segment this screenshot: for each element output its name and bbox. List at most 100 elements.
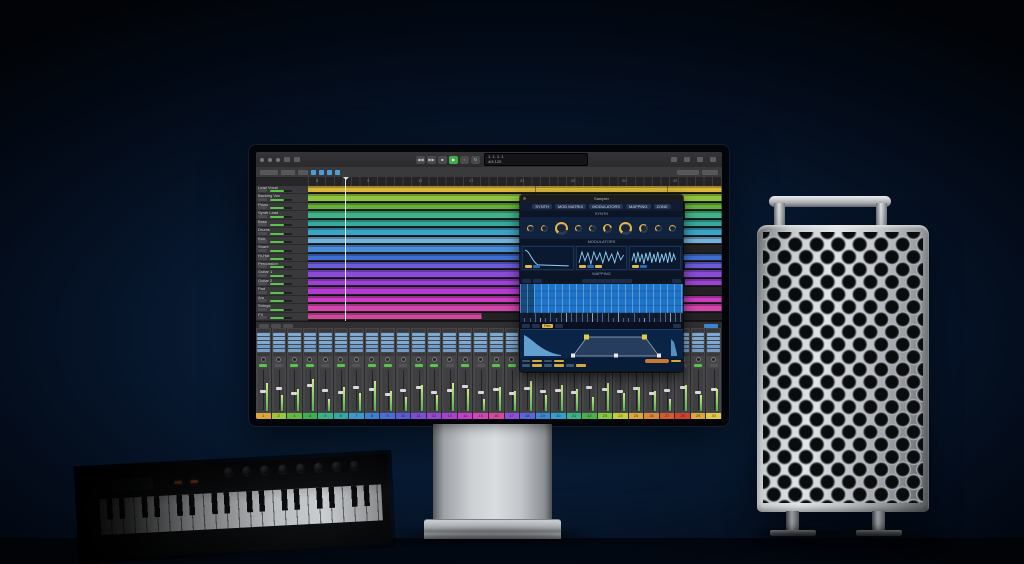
channel-color-label[interactable]: 25 — [629, 413, 644, 419]
insert-slot[interactable] — [397, 333, 410, 336]
insert-slot[interactable] — [443, 337, 456, 340]
record-enable-button[interactable] — [707, 364, 720, 367]
channel-color-label[interactable]: 1 — [256, 413, 271, 419]
track-volume-slider[interactable] — [270, 199, 292, 201]
insert-slot[interactable] — [506, 337, 519, 340]
output-slot[interactable] — [319, 353, 332, 356]
traffic-light-zoom-icon[interactable] — [276, 158, 280, 162]
io-slot[interactable] — [397, 329, 410, 332]
channel-color-label[interactable]: 23 — [598, 413, 613, 419]
rewind-button[interactable]: ◀◀ — [416, 156, 425, 164]
channel-color-label[interactable]: 28 — [675, 413, 690, 419]
send-slot[interactable] — [707, 345, 720, 348]
fader-cap[interactable] — [322, 389, 328, 392]
channel-color-label[interactable]: 21 — [567, 413, 582, 419]
pan-knob[interactable] — [397, 357, 410, 363]
track-volume-slider[interactable] — [270, 216, 292, 218]
pan-knob[interactable] — [257, 357, 270, 363]
fader-cap[interactable] — [462, 385, 468, 388]
plugin-title-bar[interactable]: Sampler — [520, 195, 683, 202]
insert-slot[interactable] — [319, 333, 332, 336]
param-value[interactable] — [554, 364, 564, 367]
output-slot[interactable] — [257, 353, 270, 356]
insert-slot[interactable] — [397, 337, 410, 340]
mixer-channel-strip[interactable]: 7 — [349, 328, 365, 419]
param-value[interactable] — [532, 364, 542, 367]
insert-slot[interactable] — [366, 337, 379, 340]
mute-solo-buttons[interactable] — [258, 282, 267, 285]
record-enable-button[interactable] — [692, 364, 705, 367]
io-slot[interactable] — [381, 329, 394, 332]
pointer-tool-icon[interactable] — [311, 170, 316, 175]
record-enable-button[interactable] — [412, 364, 425, 367]
send-slot[interactable] — [459, 345, 472, 348]
audio-region[interactable] — [308, 245, 536, 251]
lfo1-panel[interactable] — [576, 246, 628, 270]
mixer-channel-strip[interactable]: 30 — [706, 328, 722, 419]
pan-knob[interactable] — [366, 357, 379, 363]
mixer-channel-strip[interactable]: 29 — [691, 328, 707, 419]
inspector-icon[interactable] — [294, 157, 300, 162]
channel-color-label[interactable]: 7 — [349, 413, 364, 419]
insert-slot[interactable] — [428, 341, 441, 344]
traffic-light-close-icon[interactable] — [260, 158, 264, 162]
synth-knob[interactable] — [669, 225, 676, 232]
mute-solo-buttons[interactable] — [258, 215, 267, 218]
channel-fader[interactable] — [584, 368, 595, 412]
io-slot[interactable] — [304, 329, 317, 332]
insert-slot[interactable] — [350, 333, 363, 336]
cycle-button[interactable]: ↻ — [471, 156, 480, 164]
insert-slot[interactable] — [459, 337, 472, 340]
lfo2-panel[interactable] — [629, 246, 681, 270]
track-header[interactable]: Drums — [256, 228, 308, 236]
insert-slot[interactable] — [506, 341, 519, 344]
mute-solo-buttons[interactable] — [258, 249, 267, 252]
mute-solo-buttons[interactable] — [258, 299, 267, 302]
insert-slot[interactable] — [707, 333, 720, 336]
send-slot[interactable] — [397, 345, 410, 348]
channel-color-label[interactable]: 30 — [706, 413, 721, 419]
channel-color-label[interactable]: 5 — [318, 413, 333, 419]
track-header[interactable]: Snare — [256, 245, 308, 253]
track-header[interactable]: Piano — [256, 203, 308, 211]
lfo-chip[interactable] — [587, 265, 594, 268]
channel-color-label[interactable]: 26 — [644, 413, 659, 419]
track-header[interactable]: Percussion — [256, 262, 308, 270]
insert-slot[interactable] — [506, 333, 519, 336]
mute-solo-buttons[interactable] — [258, 232, 267, 235]
edit-menu[interactable] — [260, 170, 278, 175]
send-slot[interactable] — [443, 345, 456, 348]
audio-region[interactable] — [536, 186, 668, 192]
playhead[interactable] — [345, 177, 346, 321]
record-enable-button[interactable] — [304, 364, 317, 367]
output-slot[interactable] — [692, 353, 705, 356]
param-value[interactable] — [671, 360, 681, 363]
mapping-edit-button[interactable] — [533, 279, 542, 283]
track-volume-slider[interactable] — [270, 241, 292, 243]
send-slot[interactable] — [381, 349, 394, 352]
scissors-tool-icon[interactable] — [327, 170, 332, 175]
track-header[interactable]: Hi-Hat — [256, 254, 308, 262]
audio-region[interactable] — [308, 203, 523, 209]
fader-cap[interactable] — [276, 387, 282, 390]
mixer-channel-strip[interactable]: 8 — [365, 328, 381, 419]
lfo-chip[interactable] — [632, 265, 639, 268]
track-volume-slider[interactable] — [270, 317, 292, 319]
channel-fader[interactable] — [600, 368, 611, 412]
channel-color-label[interactable]: 27 — [660, 413, 675, 419]
pan-knob[interactable] — [459, 357, 472, 363]
output-slot[interactable] — [707, 353, 720, 356]
insert-slot[interactable] — [273, 337, 286, 340]
track-header[interactable]: Guitar 1 — [256, 270, 308, 278]
io-slot[interactable] — [366, 329, 379, 332]
mute-solo-buttons[interactable] — [258, 265, 267, 268]
output-slot[interactable] — [443, 353, 456, 356]
mixer-channel-strip[interactable]: 1 — [256, 328, 272, 419]
fader-cap[interactable] — [695, 391, 701, 394]
insert-slot[interactable] — [490, 337, 503, 340]
plugin-close-icon[interactable] — [523, 197, 526, 200]
record-enable-button[interactable] — [474, 364, 487, 367]
mixer-channel-strip[interactable]: 11 — [411, 328, 427, 419]
io-slot[interactable] — [692, 329, 705, 332]
channel-color-label[interactable]: 20 — [551, 413, 566, 419]
